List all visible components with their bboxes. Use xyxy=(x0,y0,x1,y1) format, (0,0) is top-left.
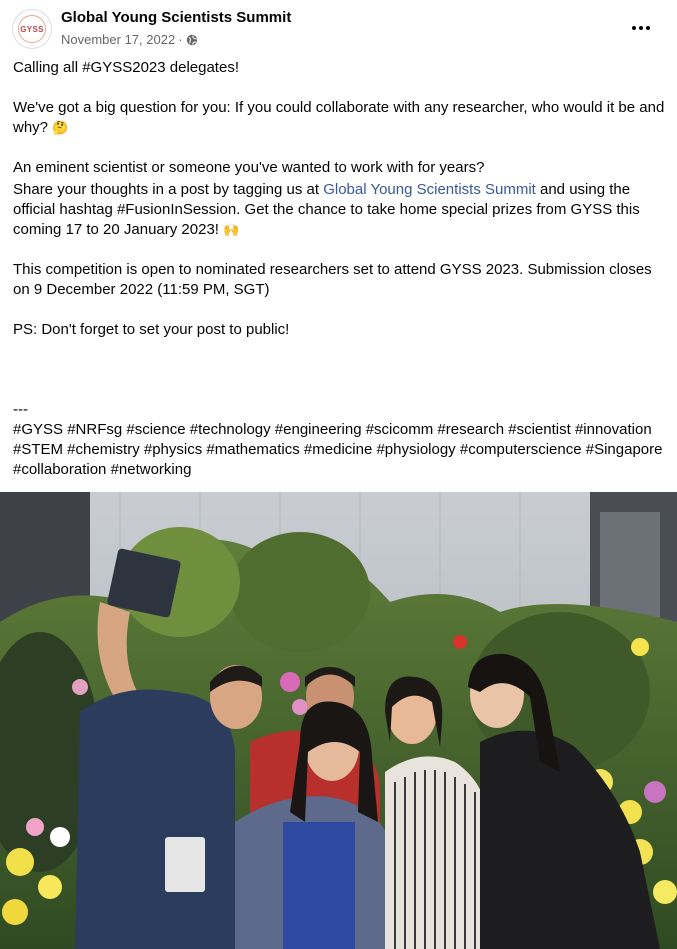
facebook-post: GYSS Global Young Scientists Summit Nove… xyxy=(0,0,677,949)
post-text: Calling all #GYSS2023 delegates! We've g… xyxy=(13,58,668,480)
post-date[interactable]: November 17, 2022 xyxy=(61,32,175,47)
avatar-ring xyxy=(18,15,46,43)
paragraph-4: Share your thoughts in a post by tagging… xyxy=(13,180,668,240)
paragraph-5: This competition is open to nominated re… xyxy=(13,261,652,298)
thinking-emoji-icon: 🤔 xyxy=(52,120,69,135)
raised-hands-emoji-icon: 🙌 xyxy=(223,222,240,237)
post-meta: November 17, 2022 · xyxy=(61,32,198,47)
post-photo[interactable] xyxy=(0,492,677,949)
meta-separator: · xyxy=(178,32,183,47)
globe-icon[interactable] xyxy=(186,34,198,46)
paragraph-2-text: We've got a big question for you: If you… xyxy=(13,99,665,136)
paragraph-1: Calling all #GYSS2023 delegates! xyxy=(13,59,239,76)
more-options-icon[interactable] xyxy=(627,14,655,42)
author-name[interactable]: Global Young Scientists Summit xyxy=(61,9,291,26)
page-mention-link[interactable]: Global Young Scientists Summit xyxy=(323,181,536,198)
paragraph-6: PS: Don't forget to set your post to pub… xyxy=(13,321,290,338)
paragraph-4-before: Share your thoughts in a post by tagging… xyxy=(13,181,324,198)
post-header: GYSS Global Young Scientists Summit Nove… xyxy=(0,0,677,54)
group-selfie-photo xyxy=(0,492,677,949)
avatar[interactable]: GYSS xyxy=(12,9,52,49)
divider-text: --- xyxy=(13,401,28,418)
paragraph-2: We've got a big question for you: If you… xyxy=(13,98,668,138)
paragraph-3: An eminent scientist or someone you've w… xyxy=(13,159,485,176)
hashtags[interactable]: #GYSS #NRFsg #science #technology #engin… xyxy=(13,420,668,480)
